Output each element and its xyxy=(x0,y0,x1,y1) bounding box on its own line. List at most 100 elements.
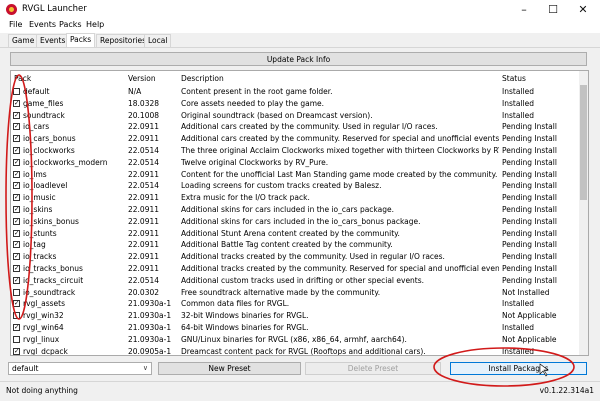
table-row[interactable]: ✓ io_tag 22.0911 Additional Battle Tag cont… xyxy=(11,239,577,251)
pack-version: 22.0911 xyxy=(128,193,160,203)
table-row[interactable]: ✓ io_cars 22.0911 Additional cars created b… xyxy=(11,121,577,133)
maximize-icon[interactable]: ☐ xyxy=(538,0,568,19)
vertical-scrollbar[interactable] xyxy=(579,71,588,355)
table-row[interactable]: ✓ soundtrack 20.1008 Original soundtrack (b… xyxy=(11,110,577,122)
pack-checkbox[interactable]: ✓ xyxy=(13,170,20,178)
pack-name: default xyxy=(23,87,50,96)
pack-checkbox[interactable]: ✓ xyxy=(13,229,20,237)
tab-repositories[interactable]: Repositories xyxy=(96,34,151,47)
table-row[interactable]: ✓ io_music 22.0911 Extra music for the I/O … xyxy=(11,192,577,204)
pack-status: Pending Install xyxy=(502,181,557,191)
pack-checkbox[interactable]: ✓ xyxy=(13,265,20,272)
pack-checkbox[interactable] xyxy=(13,335,20,343)
pack-version: 20.1008 xyxy=(128,110,160,120)
pack-name: io_tracks_bonus xyxy=(23,264,83,273)
pack-status: Pending Install xyxy=(502,228,557,238)
pack-name: rvgl_assets xyxy=(23,299,65,309)
pack-checkbox[interactable] xyxy=(13,312,20,320)
pack-checkbox[interactable]: ✓ xyxy=(13,123,20,131)
app-logo-icon xyxy=(6,4,17,15)
minimize-icon[interactable]: – xyxy=(509,0,539,19)
pack-checkbox[interactable]: ✓ xyxy=(13,182,20,190)
table-row[interactable]: ✓ io_loadlevel 22.0514 Loading screens for … xyxy=(11,180,577,192)
menu-packs[interactable]: Packs xyxy=(59,20,82,29)
pack-status: Not Applicable xyxy=(502,334,557,344)
pack-status: Pending Install xyxy=(502,122,557,132)
table-row[interactable]: ✓ rvgl_dcpack 20.0905a-1 Dreamcast content … xyxy=(11,346,577,355)
table-row[interactable]: ✓ rvgl_win64 21.0930a-1 64-bit Windows bina… xyxy=(11,322,577,334)
pack-checkbox[interactable]: ✓ xyxy=(13,111,20,119)
pack-name: io_cars_bonus xyxy=(23,134,76,144)
pack-checkbox[interactable]: ✓ xyxy=(13,147,20,154)
pack-version: 22.0911 xyxy=(128,205,160,214)
table-row[interactable]: rvgl_win32 21.0930a-1 32-bit Windows binar… xyxy=(11,310,577,322)
pack-description: Additional skins for cars included in th… xyxy=(181,216,421,226)
pack-checkbox[interactable]: ✓ xyxy=(13,347,20,355)
pack-name: io_tracks xyxy=(23,252,57,262)
pack-checkbox[interactable]: ✓ xyxy=(13,324,20,331)
table-row[interactable]: ✓ rvgl_assets 21.0930a-1 Common data files … xyxy=(11,298,577,310)
table-row[interactable]: ✓ game_files 18.0328 Core assets needed to … xyxy=(11,98,577,110)
pack-checkbox[interactable]: ✓ xyxy=(13,135,20,143)
table-row[interactable]: rvgl_linux 21.0930a-1 GNU/Linux binaries f… xyxy=(11,334,577,346)
table-row[interactable]: ✓ io_stunts 22.0911 Additional Stunt Arena … xyxy=(11,228,577,240)
tab-events[interactable]: Events xyxy=(36,34,70,47)
packs-table: Pack Version Description Status default N… xyxy=(10,70,589,356)
pack-version: 18.0328 xyxy=(128,98,160,108)
column-pack[interactable]: Pack xyxy=(14,74,31,83)
pack-checkbox[interactable]: ✓ xyxy=(13,300,20,308)
pack-description: 64-bit Windows binaries for RVGL. xyxy=(181,323,309,332)
column-description[interactable]: Description xyxy=(181,74,224,83)
tab-game[interactable]: Game xyxy=(8,34,39,47)
column-status[interactable]: Status xyxy=(502,74,526,83)
table-row[interactable]: ✓ io_skins_bonus 22.0911 Additional skins f… xyxy=(11,216,577,228)
tab-packs[interactable]: Packs xyxy=(66,33,96,47)
pack-description: Additional cars created by the community… xyxy=(181,122,438,132)
pack-checkbox[interactable]: ✓ xyxy=(13,159,20,166)
pack-checkbox[interactable]: ✓ xyxy=(13,206,20,213)
table-row[interactable]: ✓ io_tracks_circuit 22.0514 Additional cust… xyxy=(11,275,577,287)
pack-checkbox[interactable] xyxy=(13,288,20,296)
pack-checkbox[interactable] xyxy=(13,88,20,95)
pack-description: Common data files for RVGL. xyxy=(181,299,290,309)
pack-checkbox[interactable]: ✓ xyxy=(13,253,20,261)
table-row[interactable]: ✓ io_cars_bonus 22.0911 Additional cars cre… xyxy=(11,133,577,145)
pack-checkbox[interactable]: ✓ xyxy=(13,241,20,249)
table-row[interactable]: ✓ io_clockworks_modern 22.0514 Twelve origi… xyxy=(11,157,577,169)
menu-file[interactable]: File xyxy=(9,20,22,29)
menu-events[interactable]: Events xyxy=(29,20,56,29)
close-icon[interactable]: ✕ xyxy=(568,0,598,19)
new-preset-button[interactable]: New Preset xyxy=(158,362,301,375)
table-row[interactable]: ✓ io_clockworks 22.0514 The three original … xyxy=(11,145,577,157)
pack-version: 22.0911 xyxy=(128,216,160,226)
table-row[interactable]: default N/A Content present in the root ga… xyxy=(11,86,577,98)
install-packages-button[interactable]: Install Packages xyxy=(450,362,587,375)
pack-description: Additional tracks created by the communi… xyxy=(181,264,499,273)
pack-name: io_clockworks xyxy=(23,146,75,155)
pack-checkbox[interactable]: ✓ xyxy=(13,218,20,225)
preset-select[interactable]: default ∨ xyxy=(8,362,152,375)
tab-local[interactable]: Local xyxy=(144,34,172,47)
pack-name: io_loadlevel xyxy=(23,181,68,191)
pack-name: io_skins xyxy=(23,205,53,214)
table-row[interactable]: ✓ io_tracks 22.0911 Additional tracks creat… xyxy=(11,251,577,263)
pack-checkbox[interactable]: ✓ xyxy=(13,277,20,284)
update-pack-info-button[interactable]: Update Pack Info xyxy=(10,52,587,66)
table-row[interactable]: ✓ io_lms 22.0911 Content for the unofficial… xyxy=(11,169,577,181)
pack-name: io_stunts xyxy=(23,228,57,238)
table-row[interactable]: ✓ io_skins 22.0911 Additional skins for car… xyxy=(11,204,577,216)
pack-version: 22.0514 xyxy=(128,181,160,191)
table-row[interactable]: io_soundtrack 20.0302 Free soundtrack alte… xyxy=(11,287,577,299)
pack-version: 21.0930a-1 xyxy=(128,311,172,321)
menu-help[interactable]: Help xyxy=(86,20,104,29)
pack-checkbox[interactable]: ✓ xyxy=(13,194,20,202)
pack-status: Pending Install xyxy=(502,146,557,155)
pack-description: Core assets needed to play the game. xyxy=(181,98,325,108)
column-version[interactable]: Version xyxy=(128,74,156,83)
pack-status: Installed xyxy=(502,87,534,96)
pack-description: Extra music for the I/O track pack. xyxy=(181,193,310,203)
scrollbar-thumb[interactable] xyxy=(580,85,587,200)
table-row[interactable]: ✓ io_tracks_bonus 22.0911 Additional tracks… xyxy=(11,263,577,275)
pack-checkbox[interactable]: ✓ xyxy=(13,100,20,107)
delete-preset-button[interactable]: Delete Preset xyxy=(305,362,441,375)
